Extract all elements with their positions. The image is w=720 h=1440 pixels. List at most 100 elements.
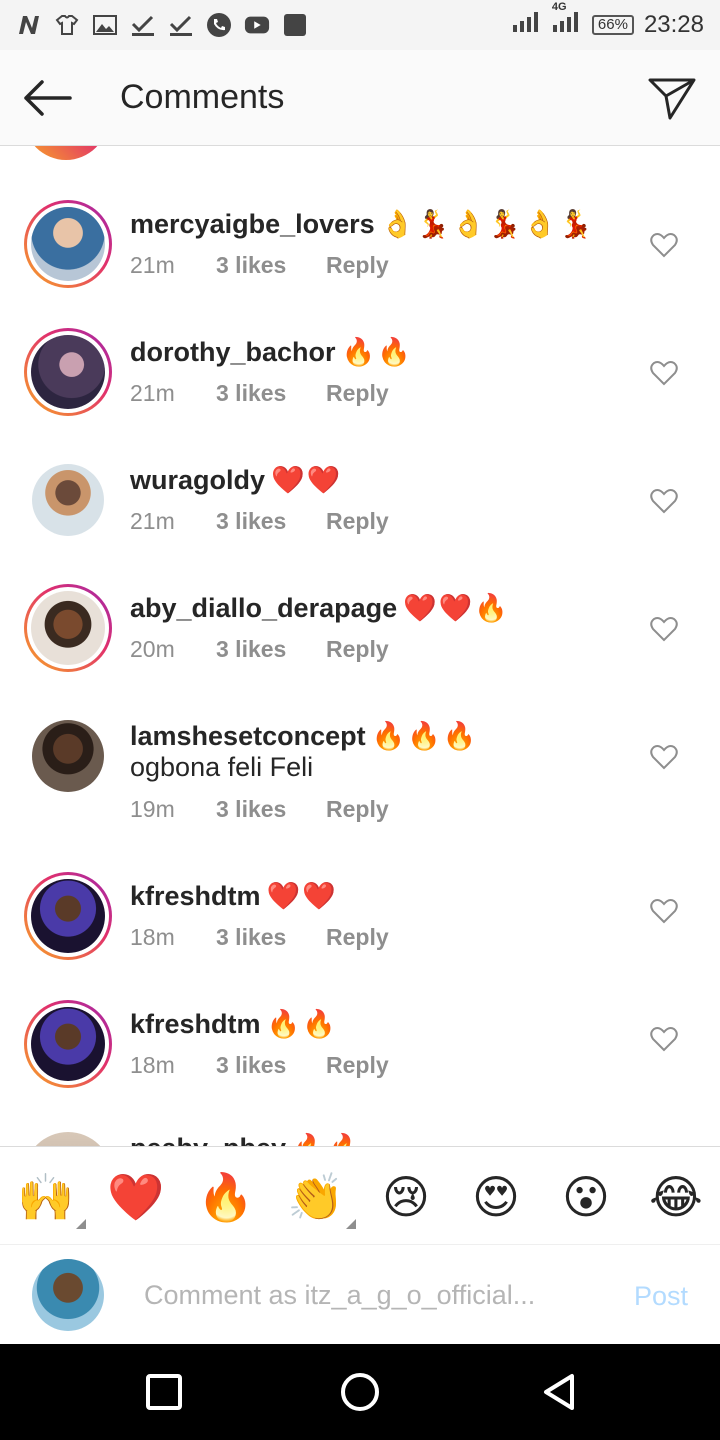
comment-username[interactable]: lamshesetconcept 🔥🔥🔥 [130, 720, 478, 752]
home-button[interactable] [338, 1370, 382, 1414]
username-text[interactable]: mercyaigbe_lovers [130, 209, 375, 239]
share-button[interactable] [648, 74, 696, 122]
emoji-fire-button[interactable]: 🔥 [196, 1169, 256, 1225]
comment-time: 19m [130, 796, 175, 822]
comment-time: 18m [130, 1052, 175, 1078]
android-nav-bar [0, 1344, 720, 1440]
avatar [24, 146, 108, 160]
youtube-icon [244, 12, 270, 38]
comment-time: 21m [130, 252, 175, 278]
battery-indicator: 66% [591, 15, 634, 35]
avatar[interactable] [24, 328, 112, 416]
comment-username[interactable]: mercyaigbe_lovers 👌💃👌💃👌💃 [130, 208, 594, 240]
recent-apps-button[interactable] [142, 1370, 186, 1414]
like-heart-icon[interactable] [650, 488, 678, 514]
username-text[interactable]: lamshesetconcept [130, 721, 366, 751]
reply-button[interactable]: Reply [326, 508, 389, 535]
n-icon [16, 12, 42, 38]
emoji-surprised-button[interactable]: 😮 [556, 1169, 616, 1225]
phone-icon [206, 12, 232, 38]
comment-likes[interactable]: 3 likes [216, 380, 326, 407]
username-text[interactable]: peaby_pbey [130, 1133, 286, 1146]
my-avatar [32, 1259, 104, 1331]
comment-likes[interactable]: 3 likes [216, 252, 326, 279]
reply-button[interactable]: Reply [326, 252, 389, 279]
reply-button[interactable]: Reply [326, 380, 389, 407]
comment-time: 21m [130, 380, 175, 406]
comment-text: ogbona feli Feli [130, 752, 314, 782]
comment-emoji: 🔥🔥🔥 [371, 721, 479, 751]
back-arrow-icon [24, 80, 72, 116]
system-status: 4G 66% 23:28 [512, 1, 704, 40]
comments-list[interactable]: mercyaigbe_lovers 👌💃👌💃👌💃 21m 3 likes Repl… [0, 146, 720, 1146]
comment-username[interactable]: kfreshdtm 🔥🔥 [130, 1008, 338, 1040]
comment-username[interactable]: aby_diallo_derapage ❤️❤️🔥 [130, 592, 510, 624]
app-icon [282, 12, 308, 38]
post-button[interactable]: Post [634, 1281, 688, 1312]
username-text[interactable]: kfreshdtm [130, 1009, 261, 1039]
comment-emoji: 🔥🔥 [292, 1133, 363, 1146]
circle-icon [341, 1373, 379, 1411]
avatar[interactable] [24, 584, 112, 672]
notification-icons [16, 12, 308, 38]
like-heart-icon[interactable] [650, 1026, 678, 1052]
clock: 23:28 [643, 11, 704, 38]
comment-likes[interactable]: 3 likes [216, 1052, 326, 1079]
avatar[interactable] [24, 1000, 112, 1088]
surprised-face-icon: 😮 [562, 1171, 610, 1223]
username-text[interactable]: wuragoldy [130, 465, 265, 495]
comments-header: Comments [0, 50, 720, 146]
reply-button[interactable]: Reply [326, 924, 389, 951]
comment-emoji: 🔥🔥 [266, 1009, 338, 1039]
comment-emoji: 🔥🔥 [341, 337, 413, 367]
comment-username[interactable]: wuragoldy ❤️❤️ [130, 464, 342, 496]
comment-username[interactable]: dorothy_bachor 🔥🔥 [130, 336, 413, 368]
like-heart-icon[interactable] [650, 744, 678, 770]
like-heart-icon[interactable] [650, 898, 678, 924]
avatar[interactable] [24, 456, 112, 544]
emoji-raising-hands-button[interactable]: 🙌 [16, 1169, 86, 1229]
comment-likes[interactable]: 3 likes [216, 796, 326, 823]
emoji-heart-eyes-button[interactable]: 😍 [466, 1169, 526, 1225]
username-text[interactable]: aby_diallo_derapage [130, 593, 397, 623]
comment-emoji: ❤️❤️ [271, 465, 343, 495]
signal-icon [512, 11, 542, 40]
comment-meta: 20m 3 likes Reply [130, 636, 389, 663]
comment-likes[interactable]: 3 likes [216, 508, 326, 535]
reply-button[interactable]: Reply [326, 636, 389, 663]
back-nav-button[interactable] [538, 1370, 582, 1414]
reply-button[interactable]: Reply [326, 1052, 389, 1079]
back-button[interactable] [22, 78, 74, 118]
check-icon [168, 12, 194, 38]
comment-time: 18m [130, 924, 175, 950]
comment-meta: 18m 3 likes Reply [130, 924, 389, 951]
comment-emoji: 👌💃👌💃👌💃 [380, 209, 595, 239]
like-heart-icon[interactable] [650, 360, 678, 386]
avatar[interactable] [24, 1132, 112, 1146]
square-icon [146, 1374, 182, 1410]
comment-input[interactable] [144, 1275, 564, 1315]
comment-username[interactable]: peaby_pbey 🔥🔥 [130, 1132, 363, 1146]
heart-eyes-icon: 😍 [472, 1171, 520, 1223]
reply-button[interactable]: Reply [326, 796, 389, 823]
skin-tone-indicator-icon [346, 1219, 356, 1229]
emoji-crying-button[interactable]: 😢 [376, 1169, 436, 1225]
like-heart-icon[interactable] [650, 232, 678, 258]
avatar[interactable] [24, 200, 112, 288]
comment-likes[interactable]: 3 likes [216, 636, 326, 663]
emoji-laughing-button[interactable]: 😂 [646, 1169, 706, 1225]
comment-meta: 19m 3 likes Reply [130, 796, 389, 823]
emoji-clap-button[interactable]: 👏 [286, 1169, 356, 1229]
emoji-heart-button[interactable]: ❤️ [106, 1169, 166, 1225]
status-bar: 4G 66% 23:28 [0, 0, 720, 50]
comment-username[interactable]: kfreshdtm ❤️❤️ [130, 880, 338, 912]
username-text[interactable]: dorothy_bachor [130, 337, 336, 367]
username-text[interactable]: kfreshdtm [130, 881, 261, 911]
like-heart-icon[interactable] [650, 616, 678, 642]
signal-4g-icon: 4G [552, 1, 582, 40]
avatar[interactable] [24, 712, 112, 800]
comment-likes[interactable]: 3 likes [216, 924, 326, 951]
shirt-icon [54, 12, 80, 38]
avatar[interactable] [24, 872, 112, 960]
partial-comment-avatar [24, 146, 110, 160]
